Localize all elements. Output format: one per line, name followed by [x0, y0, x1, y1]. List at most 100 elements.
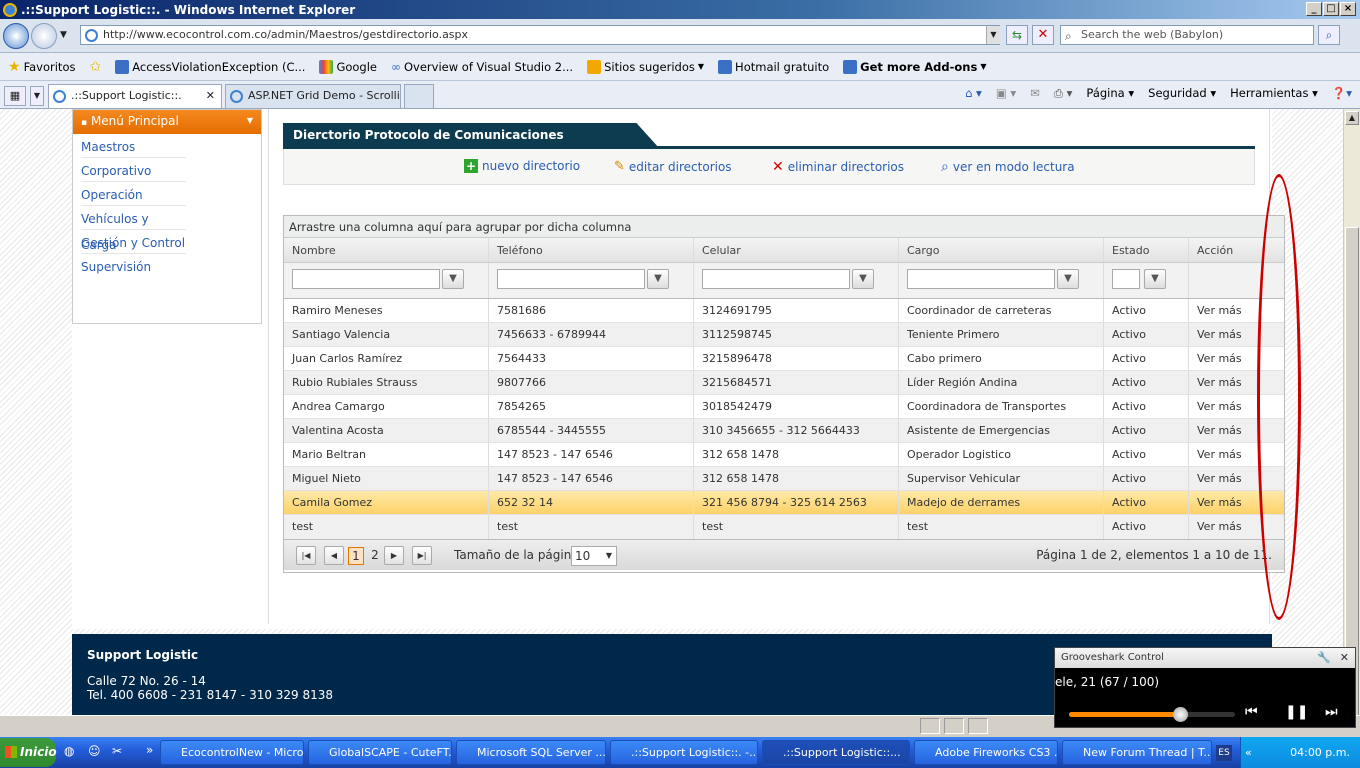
- scroll-up-icon[interactable]: ▲: [1345, 111, 1359, 125]
- quicklaunch-tool-icon[interactable]: ✂: [112, 744, 122, 758]
- wrench-icon[interactable]: 🔧: [1317, 648, 1331, 668]
- table-row[interactable]: Valentina Acosta 6785544 - 3445555 310 3…: [284, 419, 1284, 443]
- table-row[interactable]: Rubio Rubiales Strauss 9807766 321568457…: [284, 371, 1284, 395]
- home-icon[interactable]: ⌂ ▾: [965, 86, 982, 101]
- first-page-icon[interactable]: |◀: [296, 546, 316, 565]
- column-header-estado[interactable]: Estado: [1104, 238, 1189, 262]
- quicklaunch-ie-icon[interactable]: ◍: [64, 744, 74, 758]
- tray-expand-icon[interactable]: «: [1245, 737, 1252, 768]
- table-row[interactable]: Ramiro Meneses 7581686 3124691795 Coordi…: [284, 299, 1284, 323]
- seek-handle[interactable]: [1173, 707, 1189, 722]
- maximize-button[interactable]: □: [1323, 2, 1339, 16]
- menu-header[interactable]: ▪ Menú Principal ▼: [73, 110, 261, 134]
- feeds-icon[interactable]: ▣ ▾: [996, 86, 1016, 101]
- menu-item-supervision[interactable]: Supervisión: [81, 254, 186, 278]
- favorite-link[interactable]: AccessViolationException (C...: [111, 59, 309, 74]
- next-track-icon[interactable]: ⏭: [1325, 704, 1338, 720]
- tools-menu[interactable]: Herramientas ▾: [1230, 86, 1318, 101]
- menu-item-vehiculos[interactable]: Vehículos y Carga: [81, 206, 186, 252]
- close-icon[interactable]: ✕: [1340, 648, 1349, 668]
- favorite-link[interactable]: Get more Add-ons ▼: [839, 59, 990, 74]
- column-header-celular[interactable]: Celular: [694, 238, 899, 262]
- filter-icon[interactable]: ▼: [1144, 269, 1166, 289]
- filter-input-telefono[interactable]: [497, 269, 645, 289]
- vertical-scrollbar[interactable]: ▲: [1343, 109, 1360, 717]
- prev-page-icon[interactable]: ◀: [324, 546, 344, 565]
- new-directory-button[interactable]: + nuevo directorio: [464, 159, 580, 173]
- favorite-link[interactable]: ∞ Overview of Visual Studio 2...: [387, 60, 577, 74]
- back-button[interactable]: ‹: [3, 23, 29, 49]
- taskbar-item[interactable]: EcocontrolNew - Micro...: [160, 740, 304, 765]
- page-menu[interactable]: Página ▾: [1086, 86, 1134, 101]
- read-mode-button[interactable]: ⌕ ver en modo lectura: [941, 159, 1075, 175]
- tab-grid-demo[interactable]: ASP.NET Grid Demo - Scrollin...: [225, 84, 401, 108]
- search-input[interactable]: ⌕ Search the web (Babylon): [1060, 25, 1314, 45]
- add-favorite-icon[interactable]: ✩: [85, 59, 105, 75]
- delete-directories-button[interactable]: ✕ eliminar directorios: [772, 159, 904, 175]
- taskbar-item[interactable]: .::Support Logistic::. -...: [610, 740, 758, 765]
- url-dropdown-icon[interactable]: ▼: [986, 26, 1000, 44]
- close-window-button[interactable]: ×: [1340, 2, 1356, 16]
- minimize-button[interactable]: _: [1306, 2, 1322, 16]
- scroll-thumb[interactable]: [1345, 227, 1359, 717]
- table-row[interactable]: test test test test Activo Ver más: [284, 515, 1284, 539]
- column-header-cargo[interactable]: Cargo: [899, 238, 1104, 262]
- tab-list-icon[interactable]: ▼: [30, 86, 44, 106]
- history-dropdown-icon[interactable]: ▼: [60, 30, 67, 40]
- stop-icon[interactable]: ✕: [1032, 25, 1054, 45]
- search-go-icon[interactable]: ⌕: [1318, 25, 1340, 45]
- filter-icon[interactable]: ▼: [647, 269, 669, 289]
- next-page-icon[interactable]: ▶: [384, 546, 404, 565]
- url-input[interactable]: http://www.ecocontrol.com.co/admin/Maest…: [80, 25, 1000, 45]
- security-menu[interactable]: Seguridad ▾: [1148, 86, 1216, 101]
- favorite-link[interactable]: Google: [315, 59, 381, 74]
- new-tab-button[interactable]: [404, 84, 434, 108]
- pause-icon[interactable]: ❚❚: [1285, 704, 1308, 720]
- column-header-nombre[interactable]: Nombre: [284, 238, 489, 262]
- filter-icon[interactable]: ▼: [852, 269, 874, 289]
- menu-item-maestros[interactable]: Maestros: [81, 134, 186, 158]
- quicklaunch-messenger-icon[interactable]: ☺: [88, 744, 101, 758]
- quicklaunch-expand-icon[interactable]: »: [146, 743, 153, 757]
- forward-button[interactable]: ›: [31, 23, 57, 49]
- favorites-button[interactable]: ★ Favoritos: [4, 59, 79, 75]
- table-row[interactable]: Miguel Nieto 147 8523 - 147 6546 312 658…: [284, 467, 1284, 491]
- filter-icon[interactable]: ▼: [1057, 269, 1079, 289]
- taskbar-item[interactable]: Adobe Fireworks CS3 ...: [914, 740, 1058, 765]
- table-row[interactable]: Santiago Valencia 7456633 - 6789944 3112…: [284, 323, 1284, 347]
- menu-item-corporativo[interactable]: Corporativo: [81, 158, 186, 182]
- mail-icon[interactable]: ✉: [1030, 86, 1040, 101]
- page-number-current[interactable]: 1: [348, 547, 364, 565]
- refresh-icon[interactable]: ⇆: [1006, 25, 1028, 45]
- menu-item-operacion[interactable]: Operación: [81, 182, 186, 206]
- taskbar-item[interactable]: Microsoft SQL Server ...: [456, 740, 606, 765]
- page-number-link[interactable]: 2: [368, 547, 382, 565]
- previous-track-icon[interactable]: ⏮: [1245, 704, 1258, 720]
- table-row[interactable]: Juan Carlos Ramírez 7564433 3215896478 C…: [284, 347, 1284, 371]
- table-row-selected[interactable]: Camila Gomez 652 32 14 321 456 8794 - 32…: [284, 491, 1284, 515]
- quick-tabs-icon[interactable]: ▦: [4, 86, 26, 106]
- menu-item-gestion[interactable]: Gestión y Control: [81, 230, 186, 254]
- edit-directories-button[interactable]: ✎ editar directorios: [614, 159, 732, 174]
- filter-input-celular[interactable]: [702, 269, 850, 289]
- column-header-telefono[interactable]: Teléfono: [489, 238, 694, 262]
- language-indicator[interactable]: ES: [1216, 745, 1232, 761]
- help-icon[interactable]: ❓▾: [1332, 86, 1352, 101]
- last-page-icon[interactable]: ▶|: [412, 546, 432, 565]
- favorite-link[interactable]: Sitios sugeridos ▼: [583, 59, 708, 74]
- taskbar-item[interactable]: New Forum Thread | T...: [1062, 740, 1212, 765]
- favorite-link[interactable]: Hotmail gratuito: [714, 59, 833, 74]
- group-panel[interactable]: Arrastre una columna aquí para agrupar p…: [284, 216, 1284, 238]
- close-tab-icon[interactable]: ✕: [206, 85, 215, 107]
- filter-input-estado[interactable]: [1112, 269, 1140, 289]
- filter-input-cargo[interactable]: [907, 269, 1055, 289]
- print-icon[interactable]: ⎙ ▾: [1054, 86, 1073, 101]
- filter-icon[interactable]: ▼: [442, 269, 464, 289]
- table-row[interactable]: Andrea Camargo 7854265 3018542479 Coordi…: [284, 395, 1284, 419]
- taskbar-item-active[interactable]: .::Support Logistic::...: [762, 740, 910, 765]
- taskbar-item[interactable]: GlobalSCAPE - CuteFT...: [308, 740, 452, 765]
- seek-slider[interactable]: [1069, 707, 1235, 722]
- page-size-select[interactable]: 10 ▼: [571, 546, 617, 566]
- start-button[interactable]: Inicio: [0, 738, 57, 767]
- filter-input-nombre[interactable]: [292, 269, 440, 289]
